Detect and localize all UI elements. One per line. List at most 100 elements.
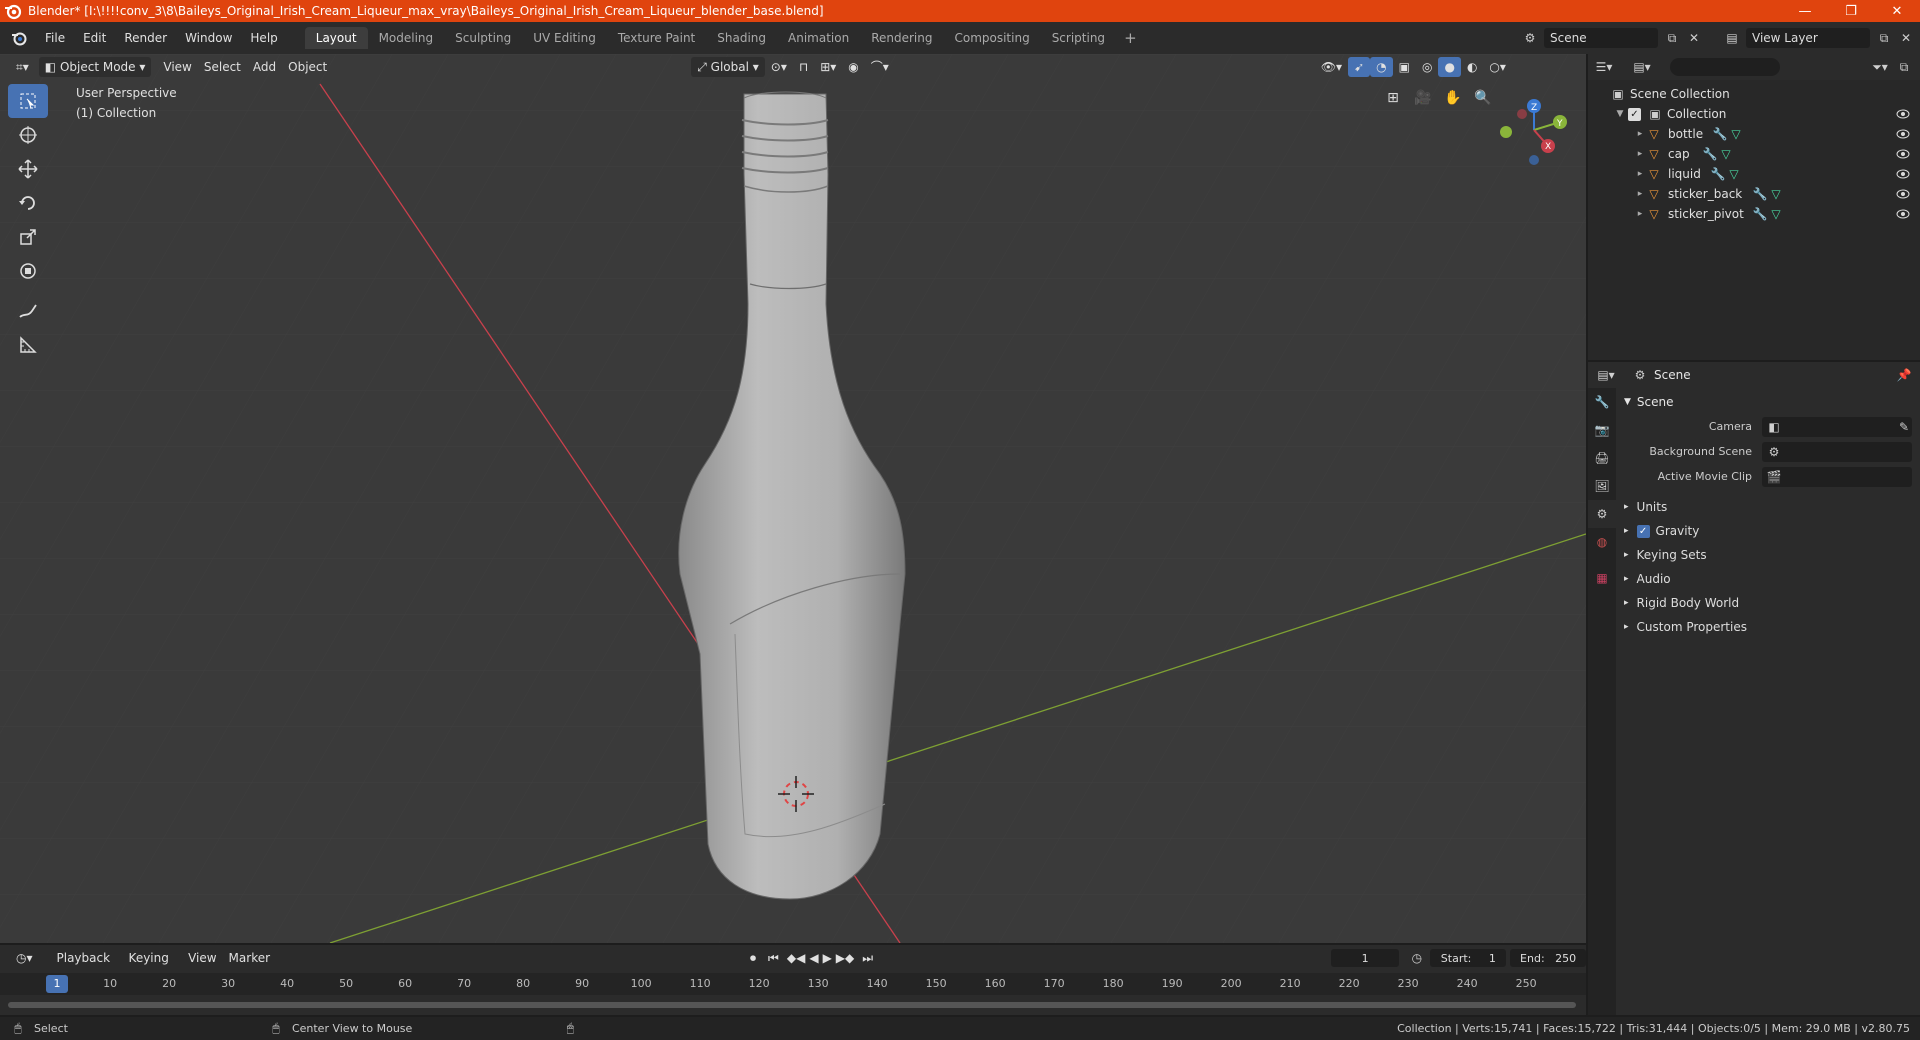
- play-button[interactable]: ▶: [821, 948, 834, 968]
- outliner-item-bottle[interactable]: ▸ ▽ bottle 🔧 ▽: [1588, 124, 1920, 144]
- menu-select[interactable]: Select: [198, 57, 247, 77]
- mesh-data-icon[interactable]: ▽: [1768, 186, 1784, 202]
- marker-menu[interactable]: Marker: [223, 948, 276, 968]
- outliner-editor-type-icon[interactable]: ☰▾: [1596, 59, 1613, 75]
- properties-editor-type-icon[interactable]: ▤▾: [1597, 367, 1614, 383]
- prev-keyframe-button[interactable]: ◆◀: [785, 948, 807, 968]
- tab-texture-paint[interactable]: Texture Paint: [607, 27, 706, 49]
- maximize-button[interactable]: ❐: [1828, 0, 1874, 22]
- delete-scene-icon[interactable]: ✕: [1686, 30, 1702, 46]
- menu-edit[interactable]: Edit: [74, 31, 115, 45]
- annotate-tool[interactable]: [8, 294, 48, 328]
- gravity-checkbox[interactable]: ✓: [1636, 524, 1650, 538]
- move-tool[interactable]: [8, 152, 48, 186]
- menu-add[interactable]: Add: [247, 57, 282, 77]
- modifier-wrench-icon[interactable]: 🔧: [1752, 206, 1768, 222]
- select-box-tool[interactable]: [8, 84, 48, 118]
- modifier-wrench-icon[interactable]: 🔧: [1752, 186, 1768, 202]
- expand-collection-icon[interactable]: ▼: [1614, 109, 1626, 119]
- proportional-edit-icon[interactable]: ◉: [842, 57, 864, 77]
- expand-icon[interactable]: ▸: [1634, 189, 1646, 199]
- delete-view-layer-icon[interactable]: ✕: [1898, 30, 1914, 46]
- mesh-data-icon[interactable]: ▽: [1718, 146, 1734, 162]
- transform-orientation-dropdown[interactable]: ⤢ Global ▾: [691, 57, 765, 77]
- tab-shading[interactable]: Shading: [706, 27, 777, 49]
- jump-start-button[interactable]: ⏮: [762, 948, 785, 968]
- modifier-wrench-icon[interactable]: 🔧: [1702, 146, 1718, 162]
- gizmo-toggle-icon[interactable]: ➹: [1348, 57, 1371, 77]
- visibility-eye-icon[interactable]: [1896, 149, 1910, 159]
- close-button[interactable]: ✕: [1874, 0, 1920, 22]
- background-scene-field[interactable]: ⚙: [1762, 441, 1912, 462]
- keying-menu[interactable]: Keying ▾: [123, 948, 183, 985]
- measure-tool[interactable]: [8, 328, 48, 362]
- new-scene-icon[interactable]: ⧉: [1664, 30, 1680, 46]
- visibility-eye-icon[interactable]: [1896, 209, 1910, 219]
- solid-shading-icon[interactable]: ●: [1438, 57, 1461, 77]
- blender-menu-icon[interactable]: [10, 29, 28, 47]
- mode-dropdown[interactable]: ◧ Object Mode ▾: [38, 57, 152, 77]
- collection-checkbox[interactable]: ✓: [1628, 107, 1641, 121]
- minimize-button[interactable]: —: [1782, 0, 1828, 22]
- expand-icon[interactable]: ▸: [1634, 149, 1646, 159]
- expand-icon[interactable]: ▸: [1634, 129, 1646, 139]
- outliner-item-sticker-pivot[interactable]: ▸ ▽ sticker_pivot 🔧 ▽: [1588, 204, 1920, 224]
- timeline-scrollbar[interactable]: [8, 1002, 1576, 1008]
- editor-type-icon[interactable]: ⌗▾: [10, 57, 35, 77]
- menu-help[interactable]: Help: [241, 31, 286, 45]
- rotate-tool[interactable]: [8, 186, 48, 220]
- tab-modeling[interactable]: Modeling: [368, 27, 445, 49]
- modifier-wrench-icon[interactable]: 🔧: [1712, 126, 1728, 142]
- scene-panel-header[interactable]: ▼ Scene: [1618, 390, 1918, 414]
- mesh-data-icon[interactable]: ▽: [1726, 166, 1742, 182]
- visibility-eye-icon[interactable]: [1896, 189, 1910, 199]
- playback-menu[interactable]: Playback ▾: [51, 948, 123, 985]
- wireframe-shading-icon[interactable]: ◎: [1416, 57, 1438, 77]
- end-frame-field[interactable]: End: 250: [1510, 949, 1586, 967]
- tab-rendering[interactable]: Rendering: [860, 27, 943, 49]
- outliner-item-sticker-back[interactable]: ▸ ▽ sticker_back 🔧 ▽: [1588, 184, 1920, 204]
- rendered-shading-icon[interactable]: ○▾: [1483, 57, 1512, 77]
- start-frame-field[interactable]: Start: 1: [1430, 949, 1507, 967]
- keying-sets-panel[interactable]: ▸ Keying Sets: [1618, 543, 1918, 567]
- viewport-canvas[interactable]: Z Y X: [0, 54, 1586, 943]
- add-workspace-button[interactable]: +: [1116, 27, 1145, 49]
- outliner-search-input[interactable]: [1670, 58, 1780, 76]
- filter-icon[interactable]: ⏷▾: [1872, 59, 1888, 75]
- new-view-layer-icon[interactable]: ⧉: [1876, 30, 1892, 46]
- overlay-toggle-icon[interactable]: ◔: [1370, 57, 1393, 77]
- render-properties-tab[interactable]: 📷: [1588, 416, 1616, 444]
- visibility-icon[interactable]: 👁▾: [1315, 57, 1348, 77]
- units-panel[interactable]: ▸ Units: [1618, 495, 1918, 519]
- transform-tool[interactable]: [8, 254, 48, 288]
- menu-object[interactable]: Object: [282, 57, 333, 77]
- tab-uv-editing[interactable]: UV Editing: [522, 27, 607, 49]
- tab-compositing[interactable]: Compositing: [943, 27, 1040, 49]
- material-shading-icon[interactable]: ◐: [1461, 57, 1483, 77]
- pan-view-icon[interactable]: ✋: [1440, 85, 1466, 111]
- pivot-point-icon[interactable]: ⊙▾: [765, 57, 793, 77]
- modifier-wrench-icon[interactable]: 🔧: [1710, 166, 1726, 182]
- mesh-data-icon[interactable]: ▽: [1768, 206, 1784, 222]
- visibility-eye-icon[interactable]: [1896, 169, 1910, 179]
- next-keyframe-button[interactable]: ▶◆: [834, 948, 856, 968]
- camera-field[interactable]: ◧ ✎: [1762, 416, 1912, 437]
- zoom-view-icon[interactable]: 🔍: [1470, 85, 1496, 111]
- 3d-viewport[interactable]: Z Y X ⌗▾ ◧ Object Mode ▾ View Select Add…: [0, 54, 1586, 943]
- visibility-eye-icon[interactable]: [1896, 129, 1910, 139]
- timeline-ruler[interactable]: 1 10 20 30 40 50 60 70 80 90 100 110 120 130 140 150 160…: [0, 973, 1586, 995]
- tab-scripting[interactable]: Scripting: [1041, 27, 1116, 49]
- tab-animation[interactable]: Animation: [777, 27, 860, 49]
- view-layer-selector[interactable]: ▤ View Layer ⧉ ✕: [1724, 27, 1914, 49]
- xray-toggle-icon[interactable]: ▣: [1393, 57, 1416, 77]
- mesh-data-icon[interactable]: ▽: [1728, 126, 1744, 142]
- falloff-icon[interactable]: ⌒▾: [865, 57, 895, 77]
- audio-panel[interactable]: ▸ Audio: [1618, 567, 1918, 591]
- tool-properties-tab[interactable]: 🔧: [1588, 388, 1616, 416]
- texture-properties-tab[interactable]: ▦: [1588, 564, 1616, 592]
- view-layer-name-field[interactable]: View Layer: [1746, 28, 1870, 48]
- tab-sculpting[interactable]: Sculpting: [444, 27, 522, 49]
- toggle-camera-view-grid-icon[interactable]: ⊞: [1380, 85, 1406, 111]
- view-layer-properties-tab[interactable]: 🖼: [1588, 472, 1616, 500]
- menu-window[interactable]: Window: [176, 31, 241, 45]
